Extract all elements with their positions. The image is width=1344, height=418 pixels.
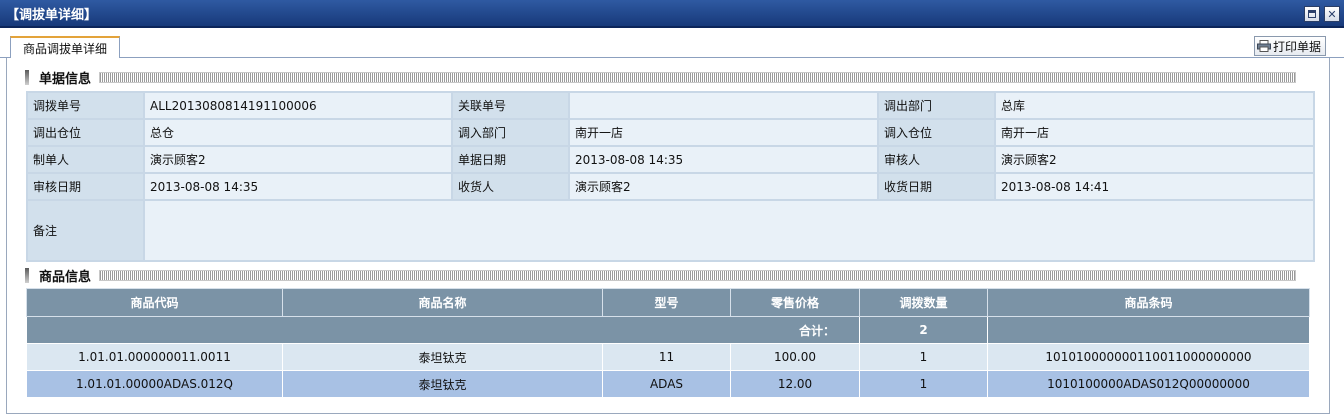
- cell-name: 泰坦钛克: [282, 370, 603, 398]
- transfer-no-value: ALL2013080814191100006: [145, 93, 451, 118]
- col-barcode[interactable]: 商品条码: [987, 288, 1310, 317]
- print-label: 打印单据: [1272, 39, 1321, 54]
- receiver-label: 收货人: [453, 174, 568, 199]
- cell-price: 100.00: [730, 343, 860, 371]
- in-dept-value: 南开一店: [570, 120, 877, 145]
- total-row: 合计： 2: [26, 316, 1310, 344]
- transfer-no-label: 调拨单号: [28, 93, 143, 118]
- total-label: 合计：: [26, 316, 860, 344]
- receiver-value: 演示顾客2: [570, 174, 877, 199]
- cell-model: 11: [602, 343, 731, 371]
- col-code[interactable]: 商品代码: [26, 288, 283, 317]
- related-no-label: 关联单号: [453, 93, 568, 118]
- goods-info-title: 商品信息: [39, 269, 92, 285]
- doc-info-grid: 调拨单号 ALL2013080814191100006 关联单号 调出部门 总库…: [26, 91, 1315, 262]
- section-marker: [25, 267, 29, 283]
- auditor-value: 演示顾客2: [996, 147, 1313, 172]
- print-button[interactable]: 打印单据: [1253, 36, 1326, 56]
- col-name[interactable]: 商品名称: [282, 288, 603, 317]
- cell-barcode: 1010100000ADAS012Q00000000: [987, 370, 1310, 398]
- goods-header-row: 商品代码 商品名称 型号 零售价格 调拨数量 商品条码: [26, 288, 1310, 317]
- in-dept-label: 调入部门: [453, 120, 568, 145]
- section-divider: [99, 71, 1297, 83]
- window-title: 【调拔单详细】: [6, 7, 98, 23]
- in-warehouse-value: 南开一店: [996, 120, 1313, 145]
- section-divider: [99, 269, 1297, 281]
- out-warehouse-value: 总仓: [145, 120, 451, 145]
- goods-info-header: 商品信息: [25, 266, 1297, 285]
- tab-bar: 商品调拔单详细 打印单据: [0, 30, 1344, 59]
- window-titlebar: 【调拔单详细】 ✕: [0, 0, 1344, 28]
- cell-name: 泰坦钛克: [282, 343, 603, 371]
- related-no-value: [570, 93, 877, 118]
- content-panel: 单据信息 调拨单号 ALL2013080814191100006 关联单号 调出…: [6, 58, 1330, 414]
- close-icon[interactable]: ✕: [1324, 6, 1340, 22]
- cell-qty: 1: [859, 370, 988, 398]
- cell-code: 1.01.01.000000011.0011: [26, 343, 283, 371]
- creator-label: 制单人: [28, 147, 143, 172]
- out-dept-label: 调出部门: [879, 93, 994, 118]
- audit-date-label: 审核日期: [28, 174, 143, 199]
- section-marker: [25, 69, 29, 85]
- doc-date-label: 单据日期: [453, 147, 568, 172]
- col-qty[interactable]: 调拨数量: [859, 288, 988, 317]
- minimize-icon[interactable]: [1304, 6, 1320, 22]
- tab-label: 商品调拔单详细: [23, 41, 108, 56]
- total-qty: 2: [859, 316, 988, 344]
- in-warehouse-label: 调入仓位: [879, 120, 994, 145]
- audit-date-value: 2013-08-08 14:35: [145, 174, 451, 199]
- receive-date-label: 收货日期: [879, 174, 994, 199]
- cell-price: 12.00: [730, 370, 860, 398]
- table-row[interactable]: 1.01.01.00000ADAS.012Q 泰坦钛克 ADAS 12.00 1…: [26, 370, 1310, 398]
- doc-date-value: 2013-08-08 14:35: [570, 147, 877, 172]
- remark-label: 备注: [28, 201, 143, 260]
- col-price[interactable]: 零售价格: [730, 288, 860, 317]
- total-blank: [987, 316, 1310, 344]
- tab-transfer-detail[interactable]: 商品调拔单详细: [10, 36, 121, 59]
- out-warehouse-label: 调出仓位: [28, 120, 143, 145]
- receive-date-value: 2013-08-08 14:41: [996, 174, 1313, 199]
- doc-info-title: 单据信息: [39, 71, 92, 87]
- col-model[interactable]: 型号: [602, 288, 731, 317]
- auditor-label: 审核人: [879, 147, 994, 172]
- cell-qty: 1: [859, 343, 988, 371]
- creator-value: 演示顾客2: [145, 147, 451, 172]
- out-dept-value: 总库: [996, 93, 1313, 118]
- table-row[interactable]: 1.01.01.000000011.0011 泰坦钛克 11 100.00 1 …: [26, 343, 1310, 371]
- goods-table: 商品代码 商品名称 型号 零售价格 调拨数量 商品条码 合计： 2 1.01.0…: [26, 288, 1310, 398]
- cell-model: ADAS: [602, 370, 731, 398]
- printer-icon: [1256, 40, 1271, 52]
- remark-value: [145, 201, 1313, 260]
- cell-code: 1.01.01.00000ADAS.012Q: [26, 370, 283, 398]
- cell-barcode: 101010000000110011000000000: [987, 343, 1310, 371]
- doc-info-header: 单据信息: [25, 68, 1297, 87]
